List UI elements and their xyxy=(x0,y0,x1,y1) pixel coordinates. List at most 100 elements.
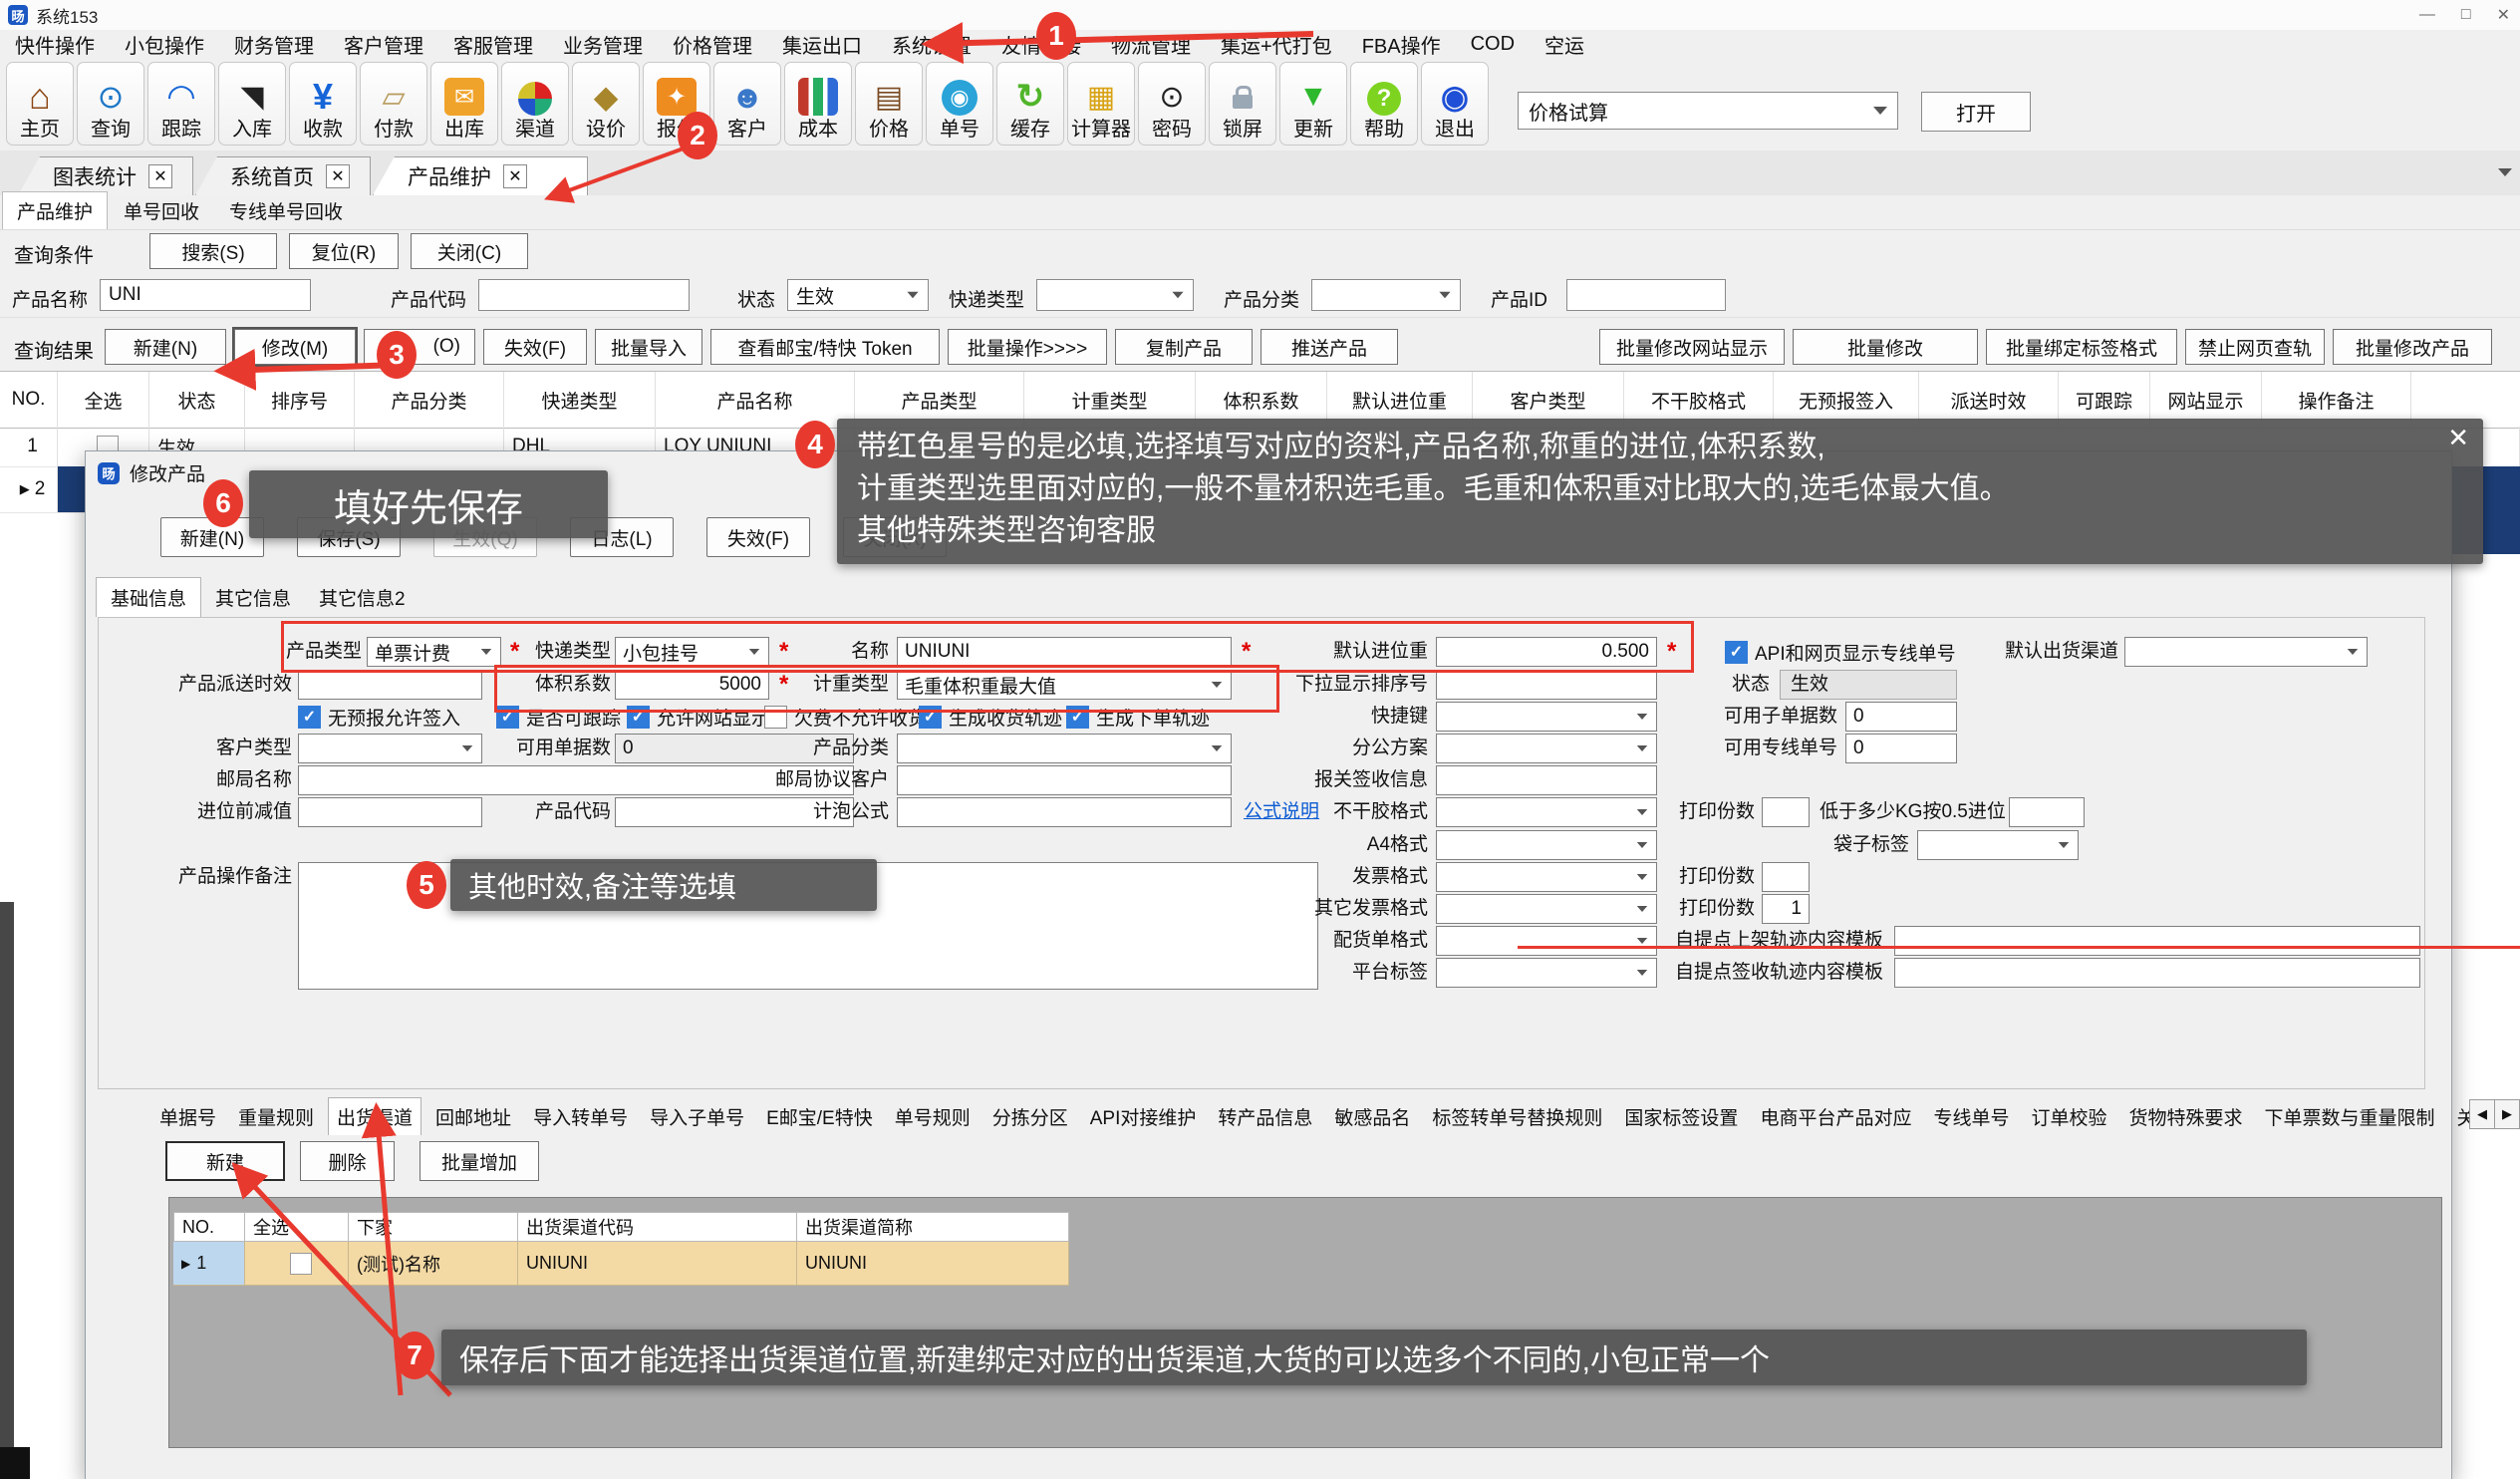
channel-batch-add-button[interactable]: 批量增加 xyxy=(420,1141,539,1181)
tab-close-icon[interactable]: ✕ xyxy=(326,164,350,188)
btab-sensitive[interactable]: 敏感品名 xyxy=(1326,1098,1418,1135)
btab-sorting[interactable]: 分拣分区 xyxy=(984,1098,1076,1135)
kg-round-input[interactable] xyxy=(2009,797,2085,827)
pick-format-select[interactable] xyxy=(1436,926,1657,956)
sort-no-input[interactable] xyxy=(1436,670,1657,700)
channel-delete-button[interactable]: 删除 xyxy=(300,1141,395,1181)
btab-order-limit[interactable]: 下单票数与重量限制 xyxy=(2257,1098,2443,1135)
exit-button[interactable]: ◉退出 xyxy=(1421,62,1489,146)
product-category-select[interactable] xyxy=(1311,279,1461,311)
close-query-button[interactable]: 关闭(C) xyxy=(411,233,528,269)
lock-screen-button[interactable]: 锁屏 xyxy=(1209,62,1276,146)
cache-button[interactable]: ↻缓存 xyxy=(996,62,1064,146)
a4-format-select[interactable] xyxy=(1436,830,1657,860)
price-button[interactable]: ▤价格 xyxy=(855,62,923,146)
batch-ops-button[interactable]: 批量操作>>>> xyxy=(948,329,1107,365)
subtab-product-maintenance[interactable]: 产品维护 xyxy=(2,191,108,229)
update-button[interactable]: ▼更新 xyxy=(1279,62,1347,146)
dialog-category-select[interactable] xyxy=(897,734,1232,763)
bag-label-select[interactable] xyxy=(1917,830,2079,860)
menu-express-ops[interactable]: 快件操作 xyxy=(0,30,110,59)
channel-row[interactable]: ▶ 1 (测试)名称 UNIUNI UNIUNI xyxy=(173,1242,1069,1286)
btab-epacket[interactable]: E邮宝/E特快 xyxy=(758,1098,881,1135)
btab-ecommerce-map[interactable]: 电商平台产品对应 xyxy=(1752,1098,1919,1135)
channel-new-button[interactable]: 新建 xyxy=(165,1141,285,1181)
receive-payment-button[interactable]: ¥收款 xyxy=(289,62,357,146)
tab-other-info2[interactable]: 其它信息2 xyxy=(305,578,420,617)
batch-modify-button[interactable]: 批量修改 xyxy=(1793,329,1978,365)
menu-air[interactable]: 空运 xyxy=(1530,30,1599,59)
print-copies-input2[interactable] xyxy=(1762,862,1810,892)
pay-button[interactable]: ▱付款 xyxy=(360,62,427,146)
print-copies-input[interactable] xyxy=(1762,797,1810,827)
print-copies-input3[interactable]: 1 xyxy=(1762,894,1810,924)
modify-product-button[interactable]: 修改(M) xyxy=(234,329,356,365)
bubble-formula-input[interactable] xyxy=(897,797,1232,827)
tab-close-icon[interactable]: ✕ xyxy=(503,164,527,188)
menu-fba[interactable]: FBA操作 xyxy=(1347,30,1456,59)
password-button[interactable]: ⊙密码 xyxy=(1138,62,1206,146)
platform-select[interactable] xyxy=(1436,958,1657,988)
menu-consolidation-export[interactable]: 集运出口 xyxy=(767,30,877,59)
set-price-button[interactable]: ◆设价 xyxy=(572,62,640,146)
batch-import-button[interactable]: 批量导入 xyxy=(595,329,702,365)
reset-button[interactable]: 复位(R) xyxy=(289,233,399,269)
menu-logistics[interactable]: 物流管理 xyxy=(1096,30,1206,59)
btab-weight-rules[interactable]: 重量规则 xyxy=(230,1098,322,1135)
tooltip-close-icon[interactable]: ✕ xyxy=(2447,423,2469,453)
btab-transfer-product[interactable]: 转产品信息 xyxy=(1210,1098,1320,1135)
menu-pricing[interactable]: 价格管理 xyxy=(658,30,767,59)
help-button[interactable]: ?帮助 xyxy=(1350,62,1418,146)
product-id-input[interactable] xyxy=(1566,279,1726,311)
tab-system-home[interactable]: 系统首页 ✕ xyxy=(195,156,371,195)
calculator-button[interactable]: ▦计算器 xyxy=(1067,62,1135,146)
btab-special-cargo[interactable]: 货物特殊要求 xyxy=(2120,1098,2250,1135)
btab-api-maintain[interactable]: API对接维护 xyxy=(1082,1098,1205,1135)
delivery-time-input[interactable] xyxy=(298,670,482,700)
shelf-template-input[interactable] xyxy=(1894,926,2420,956)
courier-type-select[interactable] xyxy=(1036,279,1194,311)
no-forecast-checkbox-field[interactable]: ✓无预报允许签入 xyxy=(298,702,460,732)
menu-business[interactable]: 业务管理 xyxy=(548,30,658,59)
batch-site-display-button[interactable]: 批量修改网站显示 xyxy=(1599,329,1785,365)
menu-consolidation-pack[interactable]: 集运+代打包 xyxy=(1206,30,1347,59)
customer-type-select[interactable] xyxy=(298,734,482,763)
invalidate-button[interactable]: 失效(F) xyxy=(483,329,587,365)
track-button[interactable]: ◠跟踪 xyxy=(147,62,215,146)
forbid-web-track-button[interactable]: 禁止网页查轨 xyxy=(2185,329,2325,365)
new-product-button[interactable]: 新建(N) xyxy=(105,329,226,365)
push-product-button[interactable]: 推送产品 xyxy=(1260,329,1398,365)
btab-shipping-channel[interactable]: 出货渠道 xyxy=(328,1097,421,1135)
post-customer-input[interactable] xyxy=(897,765,1232,795)
invoice-format-select[interactable] xyxy=(1436,862,1657,892)
tab-overflow-icon[interactable] xyxy=(2498,168,2512,176)
menu-parcel-ops[interactable]: 小包操作 xyxy=(110,30,219,59)
left-scrollbar[interactable] xyxy=(0,902,14,1479)
carry-minus-input[interactable] xyxy=(298,797,482,827)
default-channel-select[interactable] xyxy=(2124,637,2368,667)
inbound-button[interactable]: ◥入库 xyxy=(218,62,286,146)
channel-row-checkbox[interactable] xyxy=(290,1253,312,1275)
channel-button[interactable]: 渠道 xyxy=(501,62,569,146)
tab-basic-info[interactable]: 基础信息 xyxy=(96,577,201,617)
subtab-line-number-recycle[interactable]: 专线单号回收 xyxy=(215,192,357,229)
tracking-number-button[interactable]: ◉单号 xyxy=(926,62,993,146)
sticker-format-select[interactable] xyxy=(1436,797,1657,827)
tab-close-icon[interactable]: ✕ xyxy=(148,164,172,188)
subtab-number-recycle[interactable]: 单号回收 xyxy=(110,192,213,229)
batch-modify-product-button[interactable]: 批量修改产品 xyxy=(2333,329,2492,365)
view-token-button[interactable]: 查看邮宝/特快 Token xyxy=(710,329,940,365)
close-icon[interactable]: ✕ xyxy=(2497,5,2510,25)
customs-sign-input[interactable] xyxy=(1436,765,1657,795)
menu-cod[interactable]: COD xyxy=(1456,33,1530,56)
btab-order-check[interactable]: 订单校验 xyxy=(2023,1098,2114,1135)
copy-product-button[interactable]: 复制产品 xyxy=(1115,329,1253,365)
tab-product-maintenance[interactable]: 产品维护 ✕ xyxy=(373,156,588,195)
tab-other-info[interactable]: 其它信息 xyxy=(201,578,305,617)
btab-import-sub[interactable]: 导入子单号 xyxy=(642,1098,752,1135)
btab-country-label[interactable]: 国家标签设置 xyxy=(1616,1098,1746,1135)
home-button[interactable]: ⌂主页 xyxy=(6,62,74,146)
hotkey-select[interactable] xyxy=(1436,702,1657,732)
batch-bind-label-button[interactable]: 批量绑定标签格式 xyxy=(1986,329,2177,365)
other-invoice-select[interactable] xyxy=(1436,894,1657,924)
